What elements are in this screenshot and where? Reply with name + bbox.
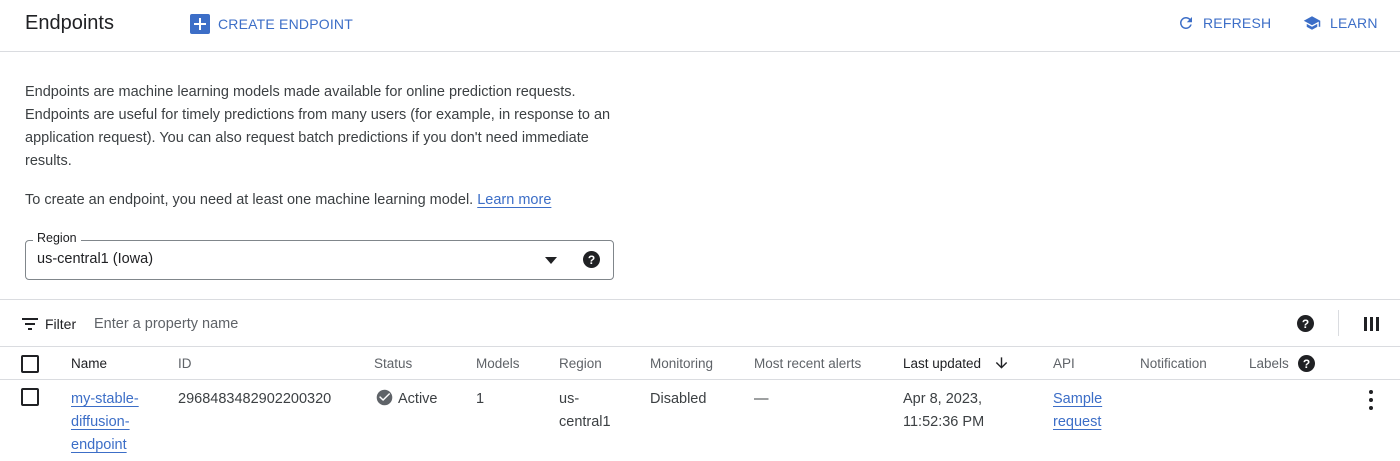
page-header: Endpoints CREATE ENDPOINT REFRESH LEARN — [0, 0, 1400, 52]
region-line: us- — [559, 391, 580, 407]
filter-label: Filter — [45, 316, 77, 332]
row-checkbox[interactable] — [21, 388, 39, 406]
help-icon[interactable]: ? — [1298, 355, 1315, 372]
sample-request-link[interactable]: Sample request — [1053, 388, 1102, 434]
last-updated-cell: Apr 8, 2023, 11:52:36 PM — [903, 388, 984, 434]
column-header-notification[interactable]: Notification — [1140, 356, 1207, 371]
refresh-button[interactable]: REFRESH — [1177, 14, 1271, 32]
model-requirement-text: To create an endpoint, you need at least… — [25, 192, 474, 208]
endpoint-id: 2968483482902200320 — [178, 391, 332, 407]
school-icon — [1303, 16, 1321, 30]
select-all-checkbox[interactable] — [21, 355, 39, 373]
last-updated-line: 11:52:36 PM — [903, 414, 985, 430]
region-value: us-central1 (Iowa) — [37, 251, 154, 267]
dropdown-arrow-icon[interactable] — [545, 257, 557, 264]
column-view-icon[interactable] — [1364, 317, 1379, 331]
page-title: Endpoints — [25, 12, 114, 34]
filter-list-icon[interactable] — [22, 318, 38, 330]
refresh-icon — [1179, 16, 1192, 29]
learn-button[interactable]: LEARN — [1302, 14, 1378, 32]
region-line: central1 — [559, 414, 611, 430]
create-endpoint-button[interactable]: CREATE ENDPOINT — [190, 14, 353, 34]
region-label: Region — [33, 231, 81, 245]
refresh-label: REFRESH — [1203, 15, 1272, 31]
endpoint-name-line: my-stable- — [71, 391, 139, 407]
column-header-monitoring[interactable]: Monitoring — [650, 356, 713, 371]
filter-input[interactable] — [94, 313, 694, 335]
status-text: Active — [398, 391, 438, 407]
endpoint-name-line: diffusion- — [71, 414, 130, 430]
models-count: 1 — [476, 391, 485, 407]
table-header: Name ID Status Models Region Monitoring … — [0, 347, 1400, 380]
add-box-icon — [190, 14, 210, 34]
endpoint-name-link[interactable]: my-stable- diffusion- endpoint — [71, 388, 139, 457]
region-select[interactable]: Region us-central1 (Iowa) ? — [25, 231, 614, 280]
column-header-last-updated[interactable]: Last updated — [903, 356, 981, 371]
region-cell: us- central1 — [559, 388, 611, 434]
column-header-models[interactable]: Models — [476, 356, 520, 371]
help-icon[interactable]: ? — [583, 251, 600, 268]
more-vert-icon[interactable] — [1368, 390, 1374, 410]
endpoint-name-line: endpoint — [71, 437, 127, 453]
column-header-id[interactable]: ID — [178, 356, 192, 371]
last-updated-line: Apr 8, 2023, — [903, 391, 982, 407]
column-header-name[interactable]: Name — [71, 356, 107, 371]
create-endpoint-label: CREATE ENDPOINT — [218, 16, 353, 32]
recent-alerts: — — [754, 391, 769, 407]
column-header-region[interactable]: Region — [559, 356, 602, 371]
column-header-alerts[interactable]: Most recent alerts — [754, 356, 861, 371]
divider — [1338, 310, 1339, 336]
table-row: my-stable- diffusion- endpoint 296848348… — [0, 380, 1400, 461]
column-header-api[interactable]: API — [1053, 356, 1075, 371]
description-text: Endpoints are machine learning models ma… — [25, 84, 611, 169]
learn-label: LEARN — [1330, 15, 1378, 31]
column-header-labels[interactable]: Labels — [1249, 356, 1289, 371]
filter-bar: Filter ? — [0, 299, 1400, 347]
sample-request-line: Sample — [1053, 391, 1103, 407]
arrow-downward-icon[interactable] — [993, 354, 1010, 372]
model-requirement-note: To create an endpoint, you need at least… — [25, 192, 551, 208]
learn-more-link[interactable]: Learn more — [477, 192, 551, 208]
column-header-status[interactable]: Status — [374, 356, 412, 371]
monitoring-status: Disabled — [650, 391, 707, 407]
help-icon[interactable]: ? — [1297, 315, 1314, 332]
check-circle-icon — [376, 389, 393, 406]
sample-request-line: request — [1053, 414, 1102, 430]
